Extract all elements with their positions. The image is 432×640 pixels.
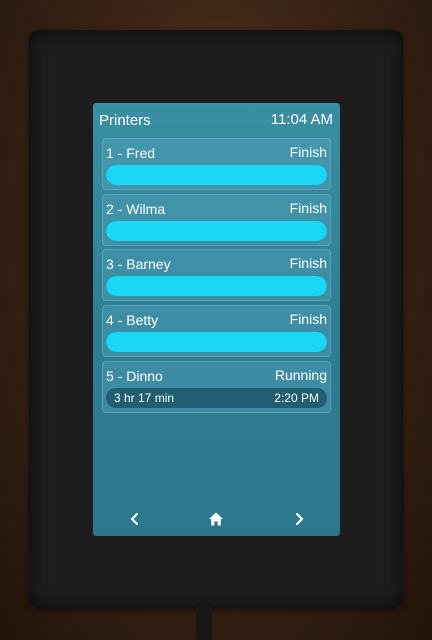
prev-button[interactable] — [120, 505, 150, 533]
printer-name: 5 - Dinno — [106, 368, 163, 384]
next-button[interactable] — [284, 505, 314, 533]
printer-card[interactable]: 2 - Wilma Finish — [102, 194, 331, 246]
progress-fill — [106, 276, 327, 296]
printer-card[interactable]: 5 - Dinno Running 3 hr 17 min 2:20 PM — [102, 361, 331, 413]
printer-card[interactable]: 3 - Barney Finish — [102, 249, 331, 301]
printer-name: 2 - Wilma — [106, 201, 166, 217]
chevron-right-icon — [295, 512, 304, 526]
eta-time: 2:20 PM — [274, 391, 319, 405]
progress-bar — [106, 276, 327, 296]
device-cable — [196, 606, 212, 640]
printer-name: 3 - Barney — [106, 256, 171, 272]
home-button[interactable] — [201, 505, 231, 533]
printer-status: Finish — [289, 255, 327, 271]
elapsed-time: 3 hr 17 min — [114, 391, 175, 405]
clock: 11:04 AM — [270, 111, 333, 128]
page-title: Printers — [99, 112, 151, 129]
bottom-nav — [93, 505, 340, 533]
progress-fill — [106, 332, 327, 352]
progress-bar: 3 hr 17 min 2:20 PM — [106, 388, 327, 408]
printer-status: Running — [274, 367, 327, 383]
printer-name: 4 - Betty — [106, 312, 159, 328]
home-icon — [209, 512, 223, 526]
progress-bar — [106, 221, 327, 241]
progress-bar — [106, 165, 327, 185]
chevron-left-icon — [130, 512, 139, 526]
progress-bar — [106, 332, 327, 352]
printer-status: Finish — [289, 311, 327, 327]
printer-status: Finish — [289, 200, 327, 216]
printer-card[interactable]: 1 - Fred Finish — [102, 138, 331, 190]
progress-fill — [106, 165, 327, 185]
touch-screen: Printers 11:04 AM 1 - Fred Finish 2 - Wi… — [93, 103, 340, 536]
status-header: Printers 11:04 AM — [93, 103, 340, 137]
printer-status: Finish — [289, 144, 327, 160]
printer-card[interactable]: 4 - Betty Finish — [102, 305, 331, 357]
progress-fill — [106, 221, 327, 241]
printer-name: 1 - Fred — [106, 145, 156, 161]
